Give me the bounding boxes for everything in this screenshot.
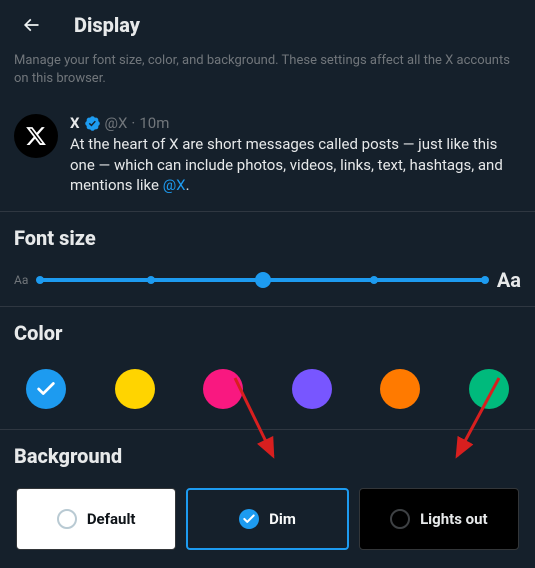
check-icon	[35, 378, 57, 400]
font-size-slider-row: Aa Aa	[14, 268, 521, 292]
background-dim-label: Dim	[269, 510, 296, 528]
x-logo-icon	[25, 125, 47, 147]
color-option-pink[interactable]	[203, 369, 243, 409]
color-title: Color	[14, 321, 521, 345]
background-default-label: Default	[87, 510, 136, 528]
radio-unchecked	[57, 509, 77, 529]
slider-tick	[147, 276, 155, 284]
page-description: Manage your font size, color, and backgr…	[0, 52, 535, 102]
back-button[interactable]	[14, 8, 48, 42]
slider-thumb[interactable]	[255, 272, 271, 288]
font-size-slider[interactable]	[40, 278, 485, 282]
font-size-title: Font size	[14, 226, 521, 250]
post-text-end: .	[186, 176, 190, 194]
post-body: At the heart of X are short messages cal…	[70, 134, 521, 195]
font-size-section: Font size Aa Aa	[0, 212, 535, 307]
post-text: At the heart of X are short messages cal…	[70, 135, 503, 194]
post-display-name: X	[70, 114, 80, 132]
background-option-lightsout[interactable]: Lights out	[359, 488, 519, 550]
header: Display	[0, 0, 535, 52]
font-size-large-label: Aa	[497, 268, 521, 292]
color-option-yellow[interactable]	[115, 369, 155, 409]
background-option-default[interactable]: Default	[16, 488, 176, 550]
color-section: Color	[0, 307, 535, 430]
color-option-orange[interactable]	[380, 369, 420, 409]
color-option-purple[interactable]	[292, 369, 332, 409]
background-section: Background Default Dim Lights out	[0, 430, 535, 568]
post-separator: ·	[131, 114, 135, 132]
radio-checked	[239, 509, 259, 529]
color-options	[14, 363, 521, 415]
arrow-left-icon	[21, 15, 41, 35]
background-option-dim[interactable]: Dim	[186, 488, 348, 550]
post-handle: @X	[105, 114, 128, 132]
post-content: X @X · 10m At the heart of X are short m…	[70, 114, 521, 195]
color-option-green[interactable]	[469, 369, 509, 409]
radio-unchecked	[390, 509, 410, 529]
slider-tick	[370, 276, 378, 284]
background-lightsout-label: Lights out	[420, 510, 488, 528]
avatar	[14, 114, 58, 158]
background-title: Background	[14, 444, 521, 468]
page-title: Display	[74, 13, 140, 37]
verified-badge-icon	[84, 115, 101, 132]
check-icon	[242, 512, 256, 526]
font-size-small-label: Aa	[14, 273, 28, 287]
slider-tick	[481, 276, 489, 284]
post-time: 10m	[139, 114, 169, 132]
color-option-blue[interactable]	[26, 369, 66, 409]
post-header: X @X · 10m	[70, 114, 521, 132]
background-options: Default Dim Lights out	[14, 486, 521, 554]
slider-tick	[36, 276, 44, 284]
sample-post: X @X · 10m At the heart of X are short m…	[0, 102, 535, 212]
post-mention[interactable]: @X	[163, 176, 186, 194]
